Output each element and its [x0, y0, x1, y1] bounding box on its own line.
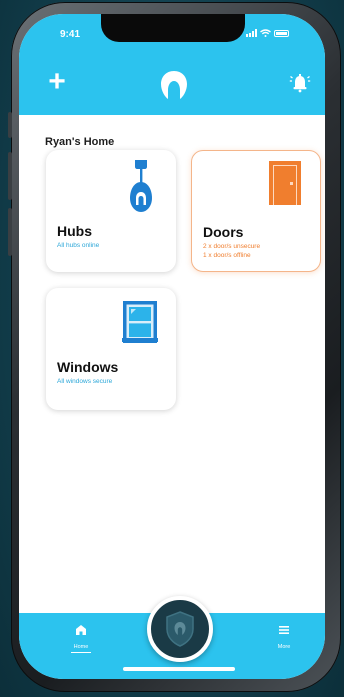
windows-card[interactable]: Windows All windows secure: [46, 288, 176, 410]
home-icon: [76, 625, 86, 635]
volume-down-button: [8, 208, 12, 256]
tab-home-underline: [71, 652, 91, 653]
battery-icon: [274, 29, 289, 37]
hubs-status: All hubs online: [57, 242, 100, 249]
shield-button[interactable]: [147, 596, 213, 662]
status-time: 9:41: [60, 29, 81, 40]
tab-home[interactable]: Home: [61, 623, 101, 653]
hubs-title: Hubs: [57, 223, 92, 239]
hubs-card[interactable]: Hubs All hubs online: [46, 150, 176, 272]
tab-more[interactable]: More: [264, 623, 304, 650]
doors-card[interactable]: Doors 2 x door/s unsecure 1 x door/s off…: [191, 150, 321, 272]
windows-title: Windows: [57, 359, 119, 375]
wifi-icon: [260, 29, 271, 37]
app-screen: 9:41 + Ryan's Home Hubs All hubs online …: [19, 14, 325, 679]
tab-more-label: More: [277, 644, 291, 650]
add-button[interactable]: +: [45, 67, 69, 97]
hub-icon: [130, 160, 152, 212]
doors-title: Doors: [203, 224, 244, 240]
window-icon: [122, 301, 158, 343]
menu-icon: [279, 626, 289, 634]
app-header: 9:41 +: [19, 14, 325, 115]
alarm-bell-icon[interactable]: [289, 72, 311, 94]
camera-notch: [101, 14, 245, 42]
shield-icon: [166, 611, 194, 647]
brand-logo-icon: [161, 71, 187, 99]
volume-up-button: [8, 152, 12, 200]
home-title: Ryan's Home: [45, 136, 115, 148]
door-icon: [269, 161, 301, 205]
windows-status: All windows secure: [57, 378, 113, 385]
tab-home-label: Home: [73, 644, 89, 650]
status-icons: [246, 29, 289, 37]
doors-status-unsecure: 2 x door/s unsecure: [203, 243, 261, 250]
signal-icon: [246, 29, 257, 37]
mute-switch: [8, 112, 12, 138]
doors-status-offline: 1 x door/s offline: [203, 252, 251, 259]
plus-icon: +: [48, 65, 66, 98]
home-indicator: [123, 667, 235, 671]
